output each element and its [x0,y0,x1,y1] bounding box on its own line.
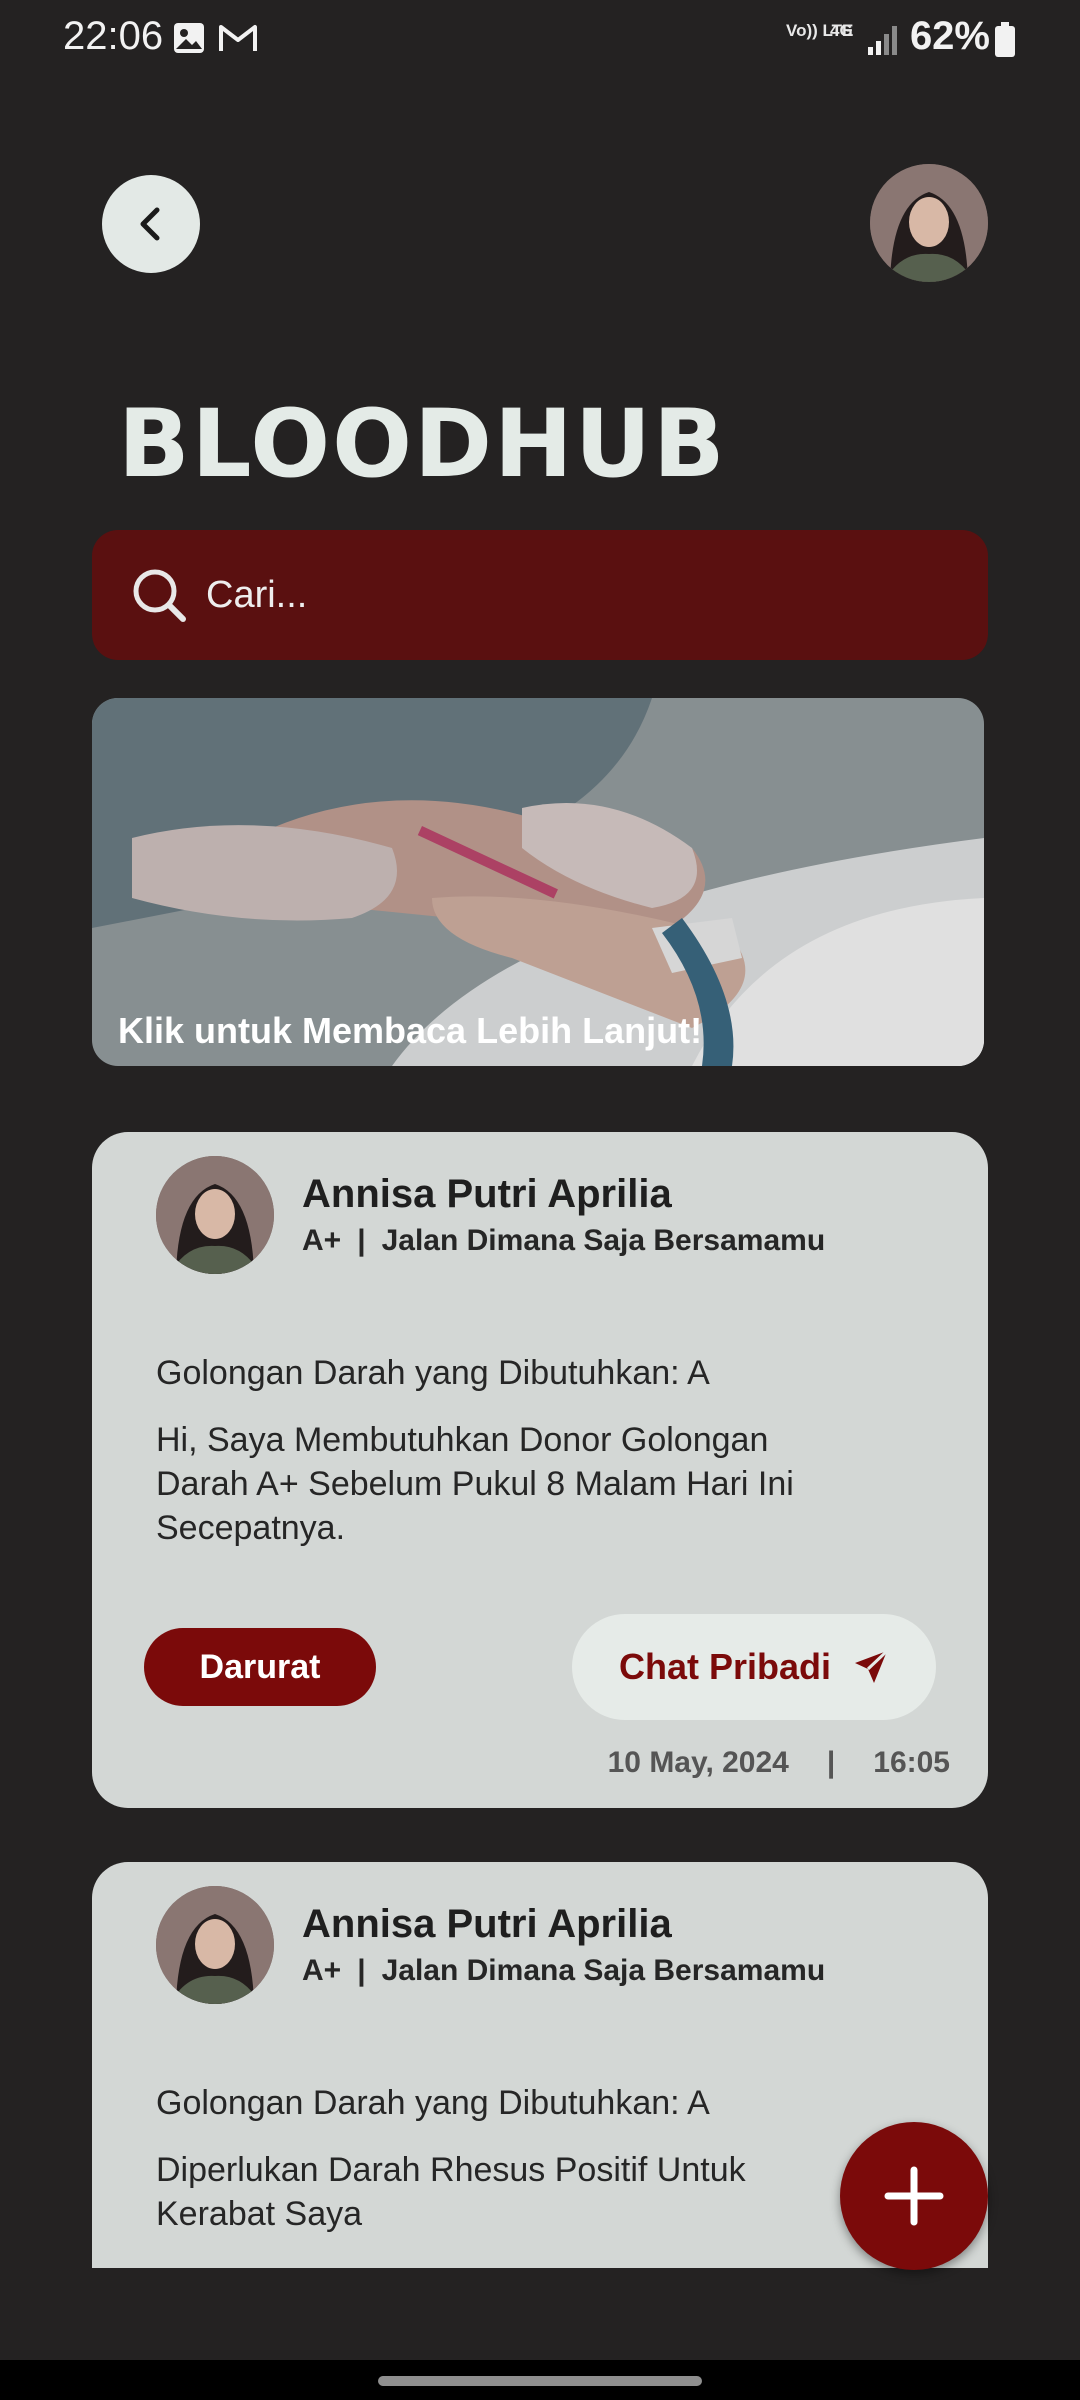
send-icon [855,1649,889,1683]
status-time: 22:06 [63,14,164,58]
chevron-left-icon [140,207,160,241]
poster-location: Jalan Dimana Saja Bersamamu [381,1224,826,1257]
plus-icon [884,2166,944,2226]
signal-icon [866,22,900,67]
avatar[interactable] [156,1156,274,1274]
gallery-icon [172,20,206,65]
post-message: Hi, Saya Membutuhkan Donor Golongan Dara… [156,1421,794,1547]
poster-meta: A+ | Jalan Dimana Saja Bersamamu [302,1224,825,1258]
poster-name: Annisa Putri Aprilia [302,1172,672,1216]
post-message: Diperlukan Darah Rhesus Positif Untuk Ke… [156,2151,746,2233]
search-icon [133,569,186,622]
network-type: 4G [830,21,853,40]
post-time: 16:05 [873,1746,950,1779]
needed-blood-type: Golongan Darah yang Dibutuhkan: A [156,2084,710,2122]
home-gesture-handle[interactable] [378,2376,702,2386]
poster-meta: A+ | Jalan Dimana Saja Bersamamu [302,1954,825,1988]
poster-blood-type: A+ [302,1224,342,1257]
poster-blood-type: A+ [302,1954,342,1987]
avatar[interactable] [156,1886,274,2004]
search-input[interactable]: Cari... [206,574,307,617]
status-bar: 22:06 Vo)) LTE 4G 62% [0,0,1080,80]
system-nav-bar [0,2360,1080,2400]
gmail-icon [218,20,258,65]
battery-icon [994,22,1016,68]
article-banner[interactable]: Klik untuk Membaca Lebih Lanjut! [92,698,984,1066]
add-post-button[interactable] [840,2122,988,2270]
meta-separator: | [357,1224,366,1257]
battery-level: 62% [909,14,990,58]
banner-caption: Klik untuk Membaca Lebih Lanjut! [118,1010,703,1051]
app-title: BLOODHUB [118,390,727,499]
post-timestamp: 10 May, 2024 | 16:05 [608,1746,950,1780]
private-chat-button[interactable]: Chat Pribadi [572,1614,936,1720]
urgent-badge: Darurat [144,1628,376,1706]
meta-separator: | [357,1954,366,1987]
poster-name: Annisa Putri Aprilia [302,1902,672,1946]
back-button[interactable] [102,175,200,273]
chat-button-label: Chat Pribadi [618,1646,832,1687]
search-bar[interactable]: Cari... [92,530,988,660]
post-card[interactable]: Annisa Putri Aprilia A+ | Jalan Dimana Saj… [92,1132,988,1808]
profile-avatar[interactable] [870,164,988,282]
needed-blood-type: Golongan Darah yang Dibutuhkan: A [156,1354,710,1392]
stamp-separator: | [826,1746,836,1779]
post-date: 10 May, 2024 [607,1746,789,1779]
poster-location: Jalan Dimana Saja Bersamamu [381,1954,826,1987]
